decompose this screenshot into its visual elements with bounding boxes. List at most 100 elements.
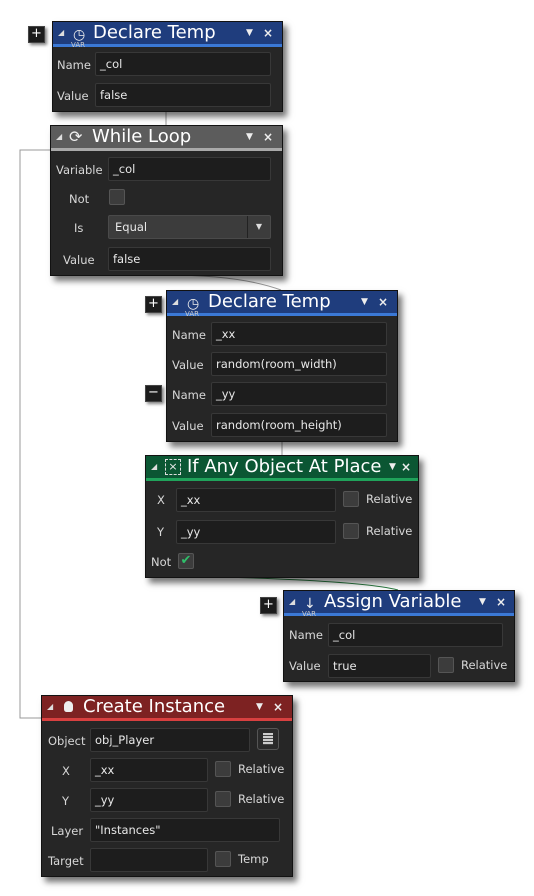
block-title: Declare Temp bbox=[208, 291, 331, 312]
dropdown-icon[interactable]: ▼ bbox=[256, 696, 263, 718]
dropdown-icon[interactable]: ▼ bbox=[479, 591, 486, 613]
collapse-icon[interactable]: ◢ bbox=[47, 696, 53, 718]
value-field[interactable]: false bbox=[108, 247, 271, 271]
stopwatch-var-icon: ◷ VAR bbox=[185, 296, 200, 318]
close-icon[interactable]: × bbox=[273, 696, 283, 718]
is-value: Equal bbox=[115, 220, 148, 234]
collapse-icon[interactable]: ◢ bbox=[58, 22, 64, 44]
y-label: Y bbox=[157, 525, 165, 539]
block-header[interactable]: ◢ Create Instance ▼ × bbox=[42, 696, 292, 721]
x-label: X bbox=[157, 493, 165, 507]
loop-icon: ⟳ bbox=[69, 127, 83, 146]
collapse-icon[interactable]: ◢ bbox=[151, 456, 157, 478]
value-field[interactable]: false bbox=[95, 83, 271, 107]
name-field[interactable]: _col bbox=[95, 52, 271, 76]
block-header[interactable]: ◢ × If Any Object At Place ▼ × bbox=[146, 456, 418, 481]
not-checkbox[interactable]: ✔ bbox=[178, 553, 194, 569]
block-header[interactable]: ◢ ⟳ While Loop ▼ × bbox=[51, 126, 282, 151]
name-label: Name bbox=[172, 388, 206, 402]
block-title: Create Instance bbox=[83, 696, 226, 717]
close-icon[interactable]: × bbox=[401, 456, 411, 478]
collapse-icon[interactable]: ◢ bbox=[289, 591, 295, 613]
layer-field[interactable]: "Instances" bbox=[90, 818, 280, 842]
y-label: Y bbox=[62, 794, 70, 808]
expand-button[interactable]: + bbox=[28, 26, 45, 43]
relative-checkbox[interactable] bbox=[438, 657, 454, 673]
object-label: Object bbox=[48, 734, 86, 748]
x-relative-checkbox[interactable] bbox=[343, 491, 359, 507]
while-loop-block[interactable]: ◢ ⟳ While Loop ▼ × Variable _col Not Is … bbox=[50, 125, 283, 276]
name-field[interactable]: _yy bbox=[211, 382, 387, 406]
name-field[interactable]: _col bbox=[328, 623, 503, 647]
block-header[interactable]: ◢ ◷ VAR Declare Temp ▼ × bbox=[167, 291, 397, 318]
create-instance-block[interactable]: ◢ Create Instance ▼ × Object obj_Player … bbox=[41, 695, 293, 877]
x-field[interactable]: _xx bbox=[90, 758, 208, 782]
name-field[interactable]: _xx bbox=[211, 322, 387, 346]
name-label: Name bbox=[172, 328, 206, 342]
is-label: Is bbox=[74, 221, 84, 235]
collapse-icon[interactable]: ◢ bbox=[56, 126, 62, 148]
value-label: Value bbox=[172, 358, 204, 372]
object-field[interactable]: obj_Player bbox=[90, 728, 250, 752]
block-title: Declare Temp bbox=[93, 22, 216, 43]
block-header[interactable]: ◢ ◷ VAR Declare Temp ▼ × bbox=[53, 22, 282, 49]
remove-row-button[interactable]: − bbox=[145, 385, 162, 402]
dropdown-icon[interactable]: ▼ bbox=[246, 22, 253, 44]
place-icon: × bbox=[165, 459, 181, 475]
assign-variable-block[interactable]: ◢ ↓ VAR Assign Variable ▼ × Name _col Val… bbox=[283, 590, 515, 682]
x-relative-checkbox[interactable] bbox=[215, 761, 231, 777]
is-dropdown[interactable]: Equal ▼ bbox=[108, 215, 271, 239]
variable-label: Variable bbox=[56, 163, 103, 177]
y-relative-checkbox[interactable] bbox=[343, 523, 359, 539]
not-checkbox[interactable] bbox=[109, 189, 125, 205]
name-label: Name bbox=[289, 628, 323, 642]
close-icon[interactable]: × bbox=[263, 22, 273, 44]
chevron-down-icon[interactable]: ▼ bbox=[247, 216, 270, 238]
dropdown-icon[interactable]: ▼ bbox=[246, 126, 253, 148]
relative-label: Relative bbox=[366, 524, 413, 538]
close-icon[interactable]: × bbox=[378, 291, 388, 313]
lightbulb-icon bbox=[64, 701, 73, 712]
y-relative-checkbox[interactable] bbox=[215, 791, 231, 807]
relative-label: Relative bbox=[461, 658, 508, 672]
close-icon[interactable]: × bbox=[263, 126, 273, 148]
not-label: Not bbox=[151, 555, 172, 569]
assign-var-icon: ↓ VAR bbox=[302, 596, 316, 618]
x-label: X bbox=[62, 764, 70, 778]
y-field[interactable]: _yy bbox=[90, 788, 208, 812]
y-field[interactable]: _yy bbox=[176, 520, 336, 544]
dropdown-icon[interactable]: ▼ bbox=[361, 291, 368, 313]
dropdown-icon[interactable]: ▼ bbox=[389, 456, 396, 478]
add-row-button[interactable]: + bbox=[145, 296, 162, 313]
expand-button[interactable]: + bbox=[260, 597, 277, 614]
target-field[interactable] bbox=[90, 848, 208, 872]
x-field[interactable]: _xx bbox=[176, 488, 336, 512]
block-header[interactable]: ◢ ↓ VAR Assign Variable ▼ × bbox=[284, 591, 514, 618]
value-label: Value bbox=[63, 253, 95, 267]
target-label: Target bbox=[48, 854, 84, 868]
checkmark-icon: ✔ bbox=[180, 553, 192, 568]
relative-label: Relative bbox=[366, 492, 413, 506]
collapse-icon[interactable]: ◢ bbox=[172, 291, 178, 313]
declare-temp-block[interactable]: ◢ ◷ VAR Declare Temp ▼ × Name _xx Value r… bbox=[166, 290, 398, 442]
block-title: While Loop bbox=[92, 126, 192, 147]
value-label: Value bbox=[289, 659, 321, 673]
value-label: Value bbox=[57, 89, 89, 103]
temp-label: Temp bbox=[238, 852, 269, 866]
layer-label: Layer bbox=[51, 824, 84, 838]
block-title: Assign Variable bbox=[324, 591, 462, 612]
variable-field[interactable]: _col bbox=[108, 157, 271, 181]
temp-checkbox[interactable] bbox=[215, 851, 231, 867]
value-field[interactable]: random(room_height) bbox=[211, 413, 387, 437]
list-icon bbox=[263, 733, 273, 745]
relative-label: Relative bbox=[238, 792, 285, 806]
declare-temp-block[interactable]: ◢ ◷ VAR Declare Temp ▼ × Name _col Value … bbox=[52, 21, 283, 112]
if-any-object-block[interactable]: ◢ × If Any Object At Place ▼ × X _xx Rel… bbox=[145, 455, 419, 578]
value-field[interactable]: random(room_width) bbox=[211, 352, 387, 376]
close-icon[interactable]: × bbox=[496, 591, 506, 613]
value-field[interactable]: true bbox=[328, 654, 431, 678]
object-picker-button[interactable] bbox=[257, 728, 279, 750]
name-label: Name bbox=[57, 58, 91, 72]
block-title: If Any Object At Place bbox=[187, 456, 382, 477]
not-label: Not bbox=[69, 192, 90, 206]
